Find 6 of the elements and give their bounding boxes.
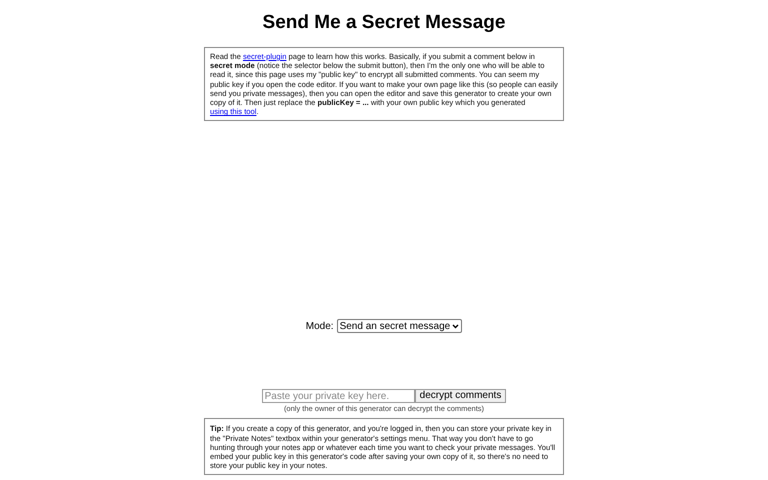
page-title: Send Me a Secret Message xyxy=(262,12,506,34)
mode-label: Mode: xyxy=(306,320,334,332)
decrypt-button[interactable]: decrypt comments xyxy=(414,389,506,404)
mode-dropdown[interactable]: Send an secret message xyxy=(336,319,462,334)
private-key-field[interactable]: Paste your private key here. xyxy=(262,389,415,404)
chevron-icon xyxy=(452,324,460,329)
